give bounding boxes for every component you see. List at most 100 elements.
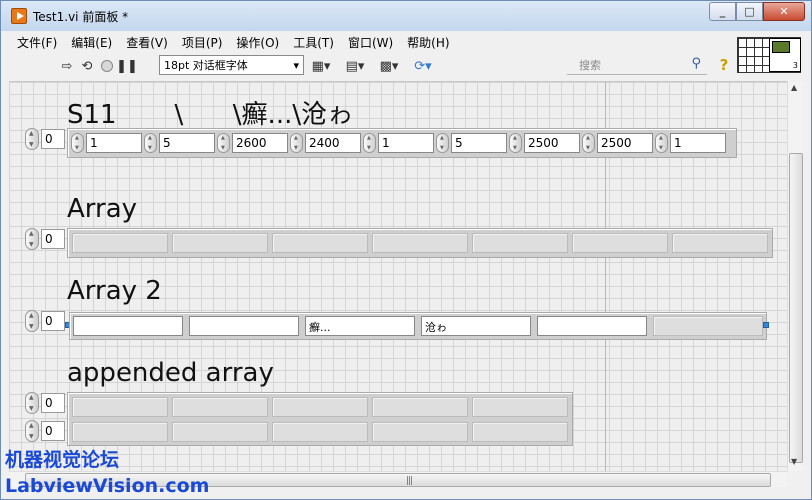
appended-element[interactable] — [272, 397, 368, 417]
appended-element[interactable] — [372, 397, 468, 417]
appended-row-index[interactable]: 0 — [25, 392, 65, 414]
appended-element[interactable] — [172, 422, 268, 442]
s11-index[interactable]: 0 — [25, 128, 65, 150]
array-element[interactable] — [672, 233, 768, 253]
appended-element[interactable] — [472, 397, 568, 417]
s11-element-value[interactable]: 1 — [86, 133, 142, 153]
appended-element[interactable] — [172, 397, 268, 417]
scroll-grip-icon: ||| — [406, 476, 413, 486]
vi-icon[interactable]: 3 — [769, 38, 801, 72]
array-element[interactable] — [272, 233, 368, 253]
align-icon[interactable]: ▦▾ — [311, 56, 331, 76]
appended-col-index-value[interactable]: 0 — [41, 421, 65, 441]
array-element[interactable] — [472, 233, 568, 253]
s11-element-spinner[interactable] — [71, 133, 84, 153]
array2-element[interactable] — [537, 316, 647, 336]
search-icon[interactable]: ⚲ — [691, 56, 701, 71]
scroll-down-icon[interactable]: ▼ — [791, 457, 797, 466]
watermark-url: LabviewVision.com — [5, 475, 210, 497]
s11-array-frame: 1 5 2600 2400 1 5 2500 2500 1 — [67, 128, 737, 158]
array2-index-spinner[interactable] — [25, 310, 39, 332]
array2-index-value[interactable]: 0 — [41, 311, 65, 331]
menu-help[interactable]: 帮助(H) — [407, 34, 449, 51]
resize-handle-right[interactable] — [763, 322, 769, 328]
s11-element-spinner[interactable] — [509, 133, 522, 153]
front-panel[interactable]: S11 \ \癬...\沧ゎ 0 1 5 2600 2400 1 5 2500 … — [9, 81, 787, 471]
chevron-down-icon: ▾ — [293, 58, 299, 72]
search-placeholder: 搜索 — [579, 58, 601, 72]
toolbar: ⇨ ⟲ ❚❚ 18pt 对话框字体 ▾ ▦▾ ▤▾ ▩▾ ⟳▾ 搜索 ⚲ ? — [7, 53, 737, 79]
menu-project[interactable]: 项目(P) — [182, 34, 223, 51]
array2-index[interactable]: 0 — [25, 310, 65, 332]
array-element[interactable] — [172, 233, 268, 253]
array2-element[interactable] — [73, 316, 183, 336]
s11-element-value[interactable]: 5 — [451, 133, 507, 153]
s11-element-value[interactable]: 1 — [378, 133, 434, 153]
reorder-icon[interactable]: ⟳▾ — [413, 56, 433, 76]
vertical-scroll-thumb[interactable] — [789, 153, 803, 463]
appended-array-label: appended array — [67, 358, 274, 388]
distribute-icon[interactable]: ▤▾ — [345, 56, 365, 76]
s11-element-value[interactable]: 2600 — [232, 133, 288, 153]
window-title: Test1.vi 前面板 * — [33, 10, 129, 24]
s11-element-spinner[interactable] — [436, 133, 449, 153]
array2-element[interactable]: 沧ゎ — [421, 316, 531, 336]
s11-element-value[interactable]: 2400 — [305, 133, 361, 153]
appended-element[interactable] — [72, 397, 168, 417]
array-index-value[interactable]: 0 — [41, 229, 65, 249]
s11-element-spinner[interactable] — [290, 133, 303, 153]
menu-operate[interactable]: 操作(O) — [236, 34, 279, 51]
s11-element-spinner[interactable] — [144, 133, 157, 153]
appended-col-index[interactable]: 0 — [25, 420, 65, 442]
menu-view[interactable]: 查看(V) — [126, 34, 168, 51]
close-button[interactable]: ✕ — [763, 2, 805, 21]
menu-window[interactable]: 窗口(W) — [348, 34, 393, 51]
s11-element-spinner[interactable] — [582, 133, 595, 153]
s11-element-value[interactable]: 1 — [670, 133, 726, 153]
s11-element-spinner[interactable] — [363, 133, 376, 153]
array2-element[interactable] — [189, 316, 299, 336]
array-element[interactable] — [72, 233, 168, 253]
font-select[interactable]: 18pt 对话框字体 ▾ — [159, 55, 304, 75]
appended-col-index-spinner[interactable] — [25, 420, 39, 442]
menu-tools[interactable]: 工具(T) — [293, 34, 334, 51]
search-input[interactable]: 搜索 ⚲ — [567, 55, 707, 75]
appended-row-index-spinner[interactable] — [25, 392, 39, 414]
scroll-up-icon[interactable]: ▲ — [791, 83, 797, 92]
s11-element-value[interactable]: 5 — [159, 133, 215, 153]
abort-icon[interactable] — [97, 56, 117, 76]
menu-edit[interactable]: 编辑(E) — [71, 34, 112, 51]
run-arrow-icon[interactable]: ⇨ — [57, 56, 77, 76]
help-icon[interactable]: ? — [715, 56, 733, 74]
menu-file[interactable]: 文件(F) — [17, 34, 57, 51]
array-element[interactable] — [372, 233, 468, 253]
array-index-spinner[interactable] — [25, 228, 39, 250]
s11-element-spinner[interactable] — [217, 133, 230, 153]
array-label: Array — [67, 194, 138, 224]
array-element[interactable] — [572, 233, 668, 253]
s11-element-value[interactable]: 2500 — [597, 133, 653, 153]
s11-element-value[interactable]: 2500 — [524, 133, 580, 153]
run-continuous-icon[interactable]: ⟲ — [77, 56, 97, 76]
appended-element[interactable] — [472, 422, 568, 442]
s11-index-spinner[interactable] — [25, 128, 39, 150]
resize-icon[interactable]: ▩▾ — [379, 56, 399, 76]
appended-row-index-value[interactable]: 0 — [41, 393, 65, 413]
pause-icon[interactable]: ❚❚ — [116, 56, 138, 76]
array2-element[interactable] — [653, 316, 763, 336]
array-frame — [67, 228, 773, 258]
s11-index-value[interactable]: 0 — [41, 129, 65, 149]
title-bar[interactable]: Test1.vi 前面板 * _ □ ✕ — [1, 1, 811, 31]
minimize-button[interactable]: _ — [709, 2, 736, 21]
array2-element[interactable]: 癬... — [305, 316, 415, 336]
s11-element-spinner[interactable] — [655, 133, 668, 153]
array-index[interactable]: 0 — [25, 228, 65, 250]
appended-element[interactable] — [372, 422, 468, 442]
appended-element[interactable] — [72, 422, 168, 442]
appended-element[interactable] — [272, 422, 368, 442]
vi-icon-screen — [772, 41, 790, 53]
vertical-scrollbar[interactable]: ▲ ▼ — [787, 81, 803, 471]
labview-app-icon[interactable] — [11, 8, 27, 24]
labview-window: Test1.vi 前面板 * _ □ ✕ 文件(F) 编辑(E) 查看(V) 项… — [0, 0, 812, 500]
restore-button[interactable]: □ — [736, 2, 763, 21]
